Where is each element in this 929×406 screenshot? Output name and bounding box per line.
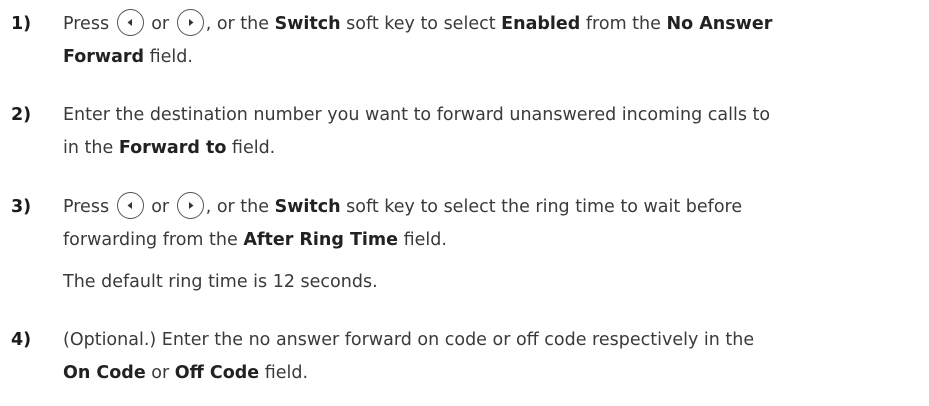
switch-softkey-label: Switch bbox=[274, 197, 341, 217]
step-number: 4) bbox=[11, 330, 32, 350]
field-name: No Answer bbox=[666, 14, 773, 34]
step-text: Press or , or the Switch soft key to sel… bbox=[63, 191, 925, 299]
step-line: Press or , or the Switch soft key to sel… bbox=[63, 191, 925, 224]
field-name: Forward to bbox=[118, 138, 227, 158]
step-line: Press or , or the Switch soft key to sel… bbox=[63, 8, 925, 41]
right-arrow-key-icon bbox=[176, 191, 204, 219]
switch-softkey-label: Switch bbox=[274, 14, 341, 34]
step-line: On Code or Off Code field. bbox=[63, 363, 309, 383]
right-arrow-key-icon bbox=[176, 8, 204, 36]
step-line: forwarding from the After Ring Time fiel… bbox=[63, 230, 447, 250]
step-text: Press or , or the Switch soft key to sel… bbox=[63, 8, 925, 74]
step-note: The default ring time is 12 seconds. bbox=[63, 272, 378, 292]
step-line: Forward field. bbox=[63, 47, 193, 67]
step-number: 3) bbox=[11, 197, 32, 217]
left-arrow-key-icon bbox=[116, 8, 144, 36]
step-text: Enter the destination number you want to… bbox=[63, 99, 925, 165]
field-name: After Ring Time bbox=[243, 230, 399, 250]
field-name: On Code bbox=[63, 363, 146, 383]
step-text: (Optional.) Enter the no answer forward … bbox=[63, 324, 925, 390]
step-line: (Optional.) Enter the no answer forward … bbox=[63, 330, 755, 350]
step-number: 1) bbox=[11, 14, 32, 34]
step-number: 2) bbox=[11, 105, 32, 125]
step-line: in the Forward to field. bbox=[63, 138, 276, 158]
step-line: Enter the destination number you want to… bbox=[63, 105, 771, 125]
field-name: Off Code bbox=[174, 363, 260, 383]
left-arrow-key-icon bbox=[116, 191, 144, 219]
enabled-option-label: Enabled bbox=[501, 14, 581, 34]
field-name: Forward bbox=[63, 47, 145, 67]
